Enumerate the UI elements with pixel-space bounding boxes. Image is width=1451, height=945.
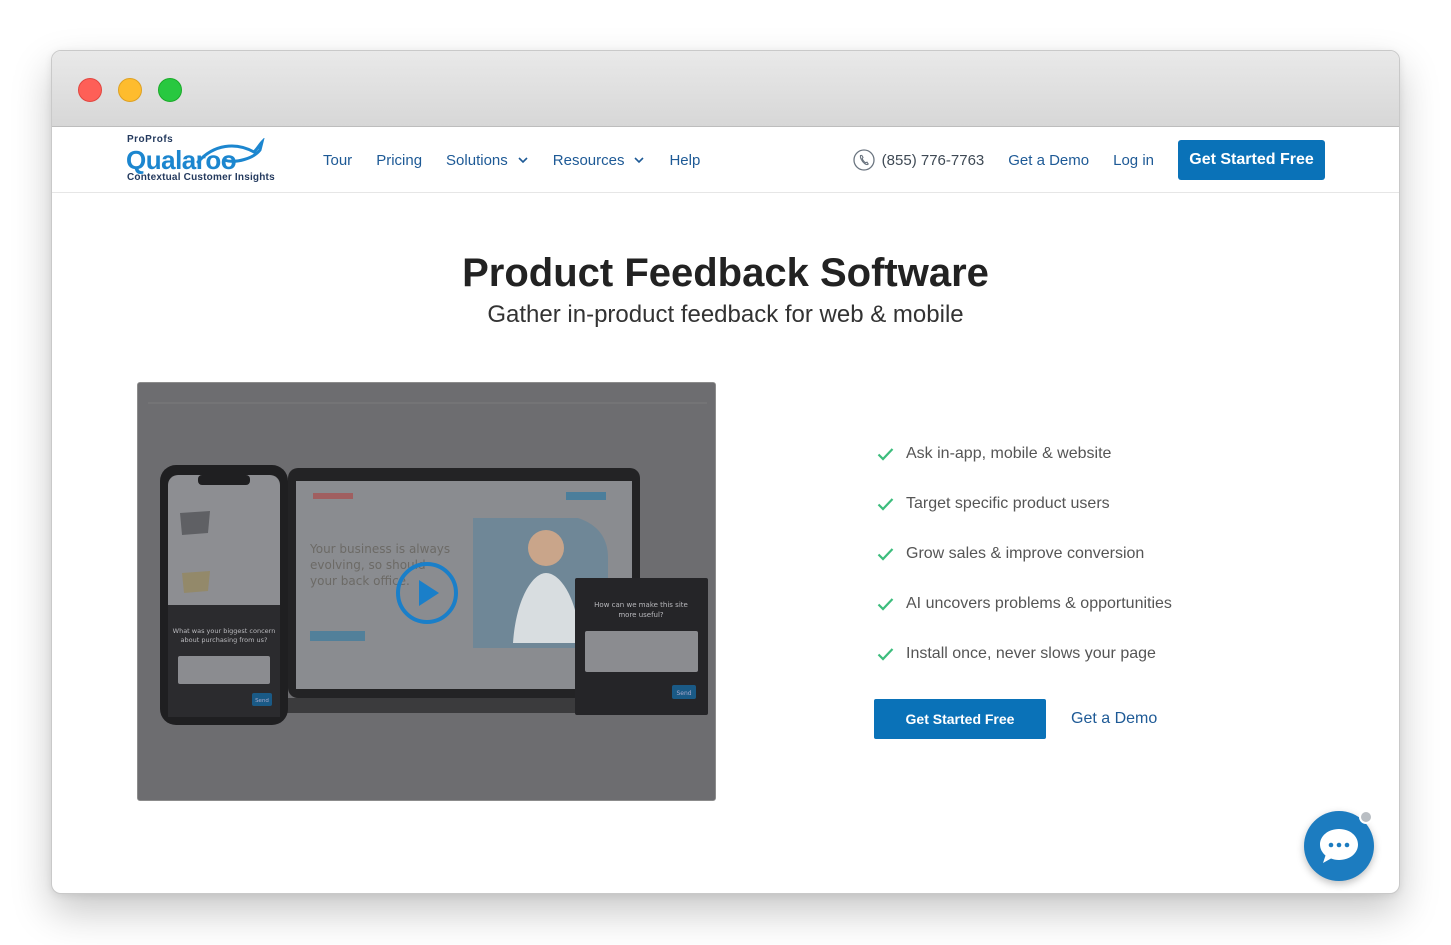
close-window-button[interactable] bbox=[78, 78, 102, 102]
page-subtitle: Gather in-product feedback for web & mob… bbox=[487, 301, 964, 328]
video-thumbnail: Your business is always evolving, so sho… bbox=[138, 383, 715, 800]
nav-resources-label: Resources bbox=[552, 151, 625, 169]
right-navigation: (855) 776-7763 Get a Demo Log in Get Sta… bbox=[853, 128, 1325, 192]
feature-item: Target specific product users bbox=[877, 479, 1172, 529]
phone-link[interactable]: (855) 776-7763 bbox=[853, 149, 985, 171]
feature-item: AI uncovers problems & opportunities bbox=[877, 579, 1172, 629]
phone-survey-question-line1: What was your biggest concern bbox=[173, 627, 276, 635]
hero-cta-row: Get Started Free Get a Demo bbox=[874, 699, 1157, 739]
get-a-demo-link[interactable]: Get a Demo bbox=[1071, 710, 1157, 728]
laptop-survey-question-line1: How can we make this site bbox=[594, 601, 688, 609]
nav-pricing[interactable]: Pricing bbox=[376, 152, 422, 169]
nav-help[interactable]: Help bbox=[669, 152, 700, 169]
check-icon bbox=[877, 598, 894, 611]
window-titlebar bbox=[52, 51, 1399, 127]
chevron-down-icon bbox=[518, 157, 528, 164]
product-video-player[interactable]: Your business is always evolving, so sho… bbox=[137, 382, 716, 801]
feature-item: Ask in-app, mobile & website bbox=[877, 429, 1172, 479]
check-icon bbox=[877, 648, 894, 661]
nav-get-a-demo[interactable]: Get a Demo bbox=[1008, 152, 1089, 169]
feature-text: AI uncovers problems & opportunities bbox=[906, 595, 1172, 612]
feature-text: Ask in-app, mobile & website bbox=[906, 445, 1112, 462]
feature-text: Install once, never slows your page bbox=[906, 645, 1156, 662]
minimize-window-button[interactable] bbox=[118, 78, 142, 102]
nav-tour-label: Tour bbox=[323, 151, 353, 169]
phone-survey-textarea bbox=[178, 656, 270, 684]
maximize-window-button[interactable] bbox=[158, 78, 182, 102]
laptop-headline-line1: Your business is always bbox=[309, 542, 450, 556]
top-navigation: ProProfs Qualaroo Contextual Customer In… bbox=[52, 128, 1399, 193]
laptop-survey-textarea bbox=[585, 631, 698, 672]
feature-list: Ask in-app, mobile & website Target spec… bbox=[877, 429, 1172, 679]
laptop-survey-send-label: Send bbox=[676, 690, 691, 697]
nav-solutions[interactable]: Solutions bbox=[446, 152, 529, 169]
laptop-headline-line3: your back office. bbox=[310, 574, 410, 588]
phone-survey-send-label: Send bbox=[255, 698, 269, 704]
nav-log-in[interactable]: Log in bbox=[1113, 152, 1154, 169]
feature-text: Target specific product users bbox=[906, 495, 1110, 512]
laptop-survey-question-line2: more useful? bbox=[618, 611, 664, 619]
kangaroo-swoosh-icon bbox=[196, 138, 265, 164]
nav-help-label: Help bbox=[669, 151, 701, 169]
check-icon bbox=[877, 498, 894, 511]
phone-icon bbox=[853, 149, 875, 171]
chevron-down-icon bbox=[634, 157, 645, 164]
browser-window: ProProfs Qualaroo Contextual Customer In… bbox=[51, 50, 1400, 894]
nav-get-started-button[interactable]: Get Started Free bbox=[1178, 140, 1325, 180]
get-started-free-button[interactable]: Get Started Free bbox=[874, 699, 1046, 739]
chat-bubble-icon bbox=[1320, 829, 1358, 863]
feature-text: Grow sales & improve conversion bbox=[906, 545, 1145, 562]
phone-survey-question-line2: about purchasing from us? bbox=[181, 636, 268, 644]
check-icon bbox=[877, 448, 894, 461]
qualaroo-logo[interactable]: ProProfs Qualaroo Contextual Customer In… bbox=[126, 134, 276, 186]
logo-tagline: Contextual Customer Insights bbox=[127, 172, 275, 183]
nav-tour[interactable]: Tour bbox=[323, 152, 352, 169]
page-title: Product Feedback Software bbox=[462, 251, 989, 295]
feature-item: Grow sales & improve conversion bbox=[877, 529, 1172, 579]
phone-number: (855) 776-7763 bbox=[881, 151, 985, 169]
chat-status-indicator bbox=[1359, 810, 1373, 824]
nav-pricing-label: Pricing bbox=[376, 151, 423, 169]
check-icon bbox=[877, 548, 894, 561]
logo-proprofs-label: ProProfs bbox=[127, 134, 174, 145]
nav-resources[interactable]: Resources bbox=[553, 152, 646, 169]
nav-solutions-label: Solutions bbox=[446, 151, 508, 169]
feature-item: Install once, never slows your page bbox=[877, 629, 1172, 679]
main-menu: Tour Pricing Solutions Resources Help bbox=[323, 128, 724, 192]
